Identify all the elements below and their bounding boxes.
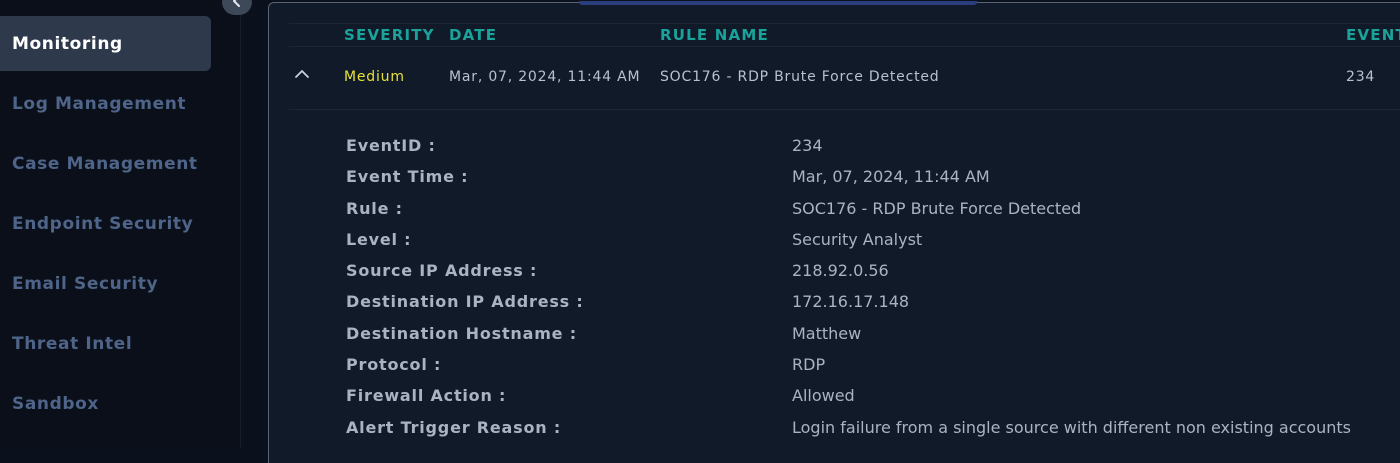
- sidebar-item-label: Threat Intel: [12, 333, 133, 354]
- detail-label-rule: Rule :: [346, 199, 403, 218]
- detail-value-destination-hostname: Matthew: [792, 324, 862, 343]
- detail-value-destination-ip: 172.16.17.148: [792, 292, 910, 311]
- detail-label-destination-ip: Destination IP Address :: [346, 292, 584, 311]
- alert-date: Mar, 07, 2024, 11:44 AM: [449, 69, 641, 85]
- sidebar: Monitoring Log Management Case Managemen…: [0, 0, 241, 448]
- column-header-rule-name[interactable]: RULE NAME: [660, 26, 769, 44]
- table-row[interactable]: Medium Mar, 07, 2024, 11:44 AM SOC176 - …: [289, 47, 1400, 110]
- detail-label-event-id: EventID :: [346, 136, 436, 155]
- panel-top-strip: [579, 1, 977, 5]
- sidebar-item-email-security[interactable]: Email Security: [0, 256, 211, 311]
- detail-value-rule: SOC176 - RDP Brute Force Detected: [792, 199, 1082, 218]
- alert-rule-name: SOC176 - RDP Brute Force Detected: [660, 69, 940, 85]
- detail-label-event-time: Event Time :: [346, 167, 469, 186]
- table-header: SEVERITY DATE RULE NAME EVENT: [289, 23, 1400, 47]
- sidebar-item-log-management[interactable]: Log Management: [0, 76, 211, 131]
- sidebar-item-label: Sandbox: [12, 393, 100, 414]
- column-header-severity[interactable]: SEVERITY: [344, 26, 435, 44]
- sidebar-item-label: Monitoring: [12, 33, 123, 54]
- sidebar-item-threat-intel[interactable]: Threat Intel: [0, 316, 211, 371]
- detail-value-alert-trigger-reason: Login failure from a single source with …: [792, 418, 1351, 437]
- detail-label-source-ip: Source IP Address :: [346, 261, 538, 280]
- sidebar-item-sandbox[interactable]: Sandbox: [0, 376, 211, 431]
- detail-label-protocol: Protocol :: [346, 355, 442, 374]
- severity-badge: Medium: [344, 69, 405, 85]
- detail-label-alert-trigger-reason: Alert Trigger Reason :: [346, 418, 562, 437]
- detail-label-firewall-action: Firewall Action :: [346, 386, 507, 405]
- chevron-left-icon: [231, 0, 243, 12]
- chevron-up-icon[interactable]: [294, 65, 310, 84]
- sidebar-item-label: Endpoint Security: [12, 213, 194, 234]
- sidebar-item-label: Case Management: [12, 153, 198, 174]
- detail-label-level: Level :: [346, 230, 412, 249]
- column-header-event[interactable]: EVENT: [1346, 26, 1400, 44]
- detail-label-destination-hostname: Destination Hostname :: [346, 324, 577, 343]
- column-header-date[interactable]: DATE: [449, 26, 497, 44]
- detail-value-source-ip: 218.92.0.56: [792, 261, 889, 280]
- alert-event-id: 234: [1346, 69, 1376, 85]
- detail-value-firewall-action: Allowed: [792, 386, 855, 405]
- detail-value-event-time: Mar, 07, 2024, 11:44 AM: [792, 167, 990, 186]
- sidebar-item-case-management[interactable]: Case Management: [0, 136, 211, 191]
- sidebar-item-monitoring[interactable]: Monitoring: [0, 16, 211, 71]
- detail-value-protocol: RDP: [792, 355, 826, 374]
- sidebar-item-label: Email Security: [12, 273, 159, 294]
- detail-value-level: Security Analyst: [792, 230, 923, 249]
- sidebar-item-label: Log Management: [12, 93, 187, 114]
- detail-value-event-id: 234: [792, 136, 823, 155]
- sidebar-item-endpoint-security[interactable]: Endpoint Security: [0, 196, 211, 251]
